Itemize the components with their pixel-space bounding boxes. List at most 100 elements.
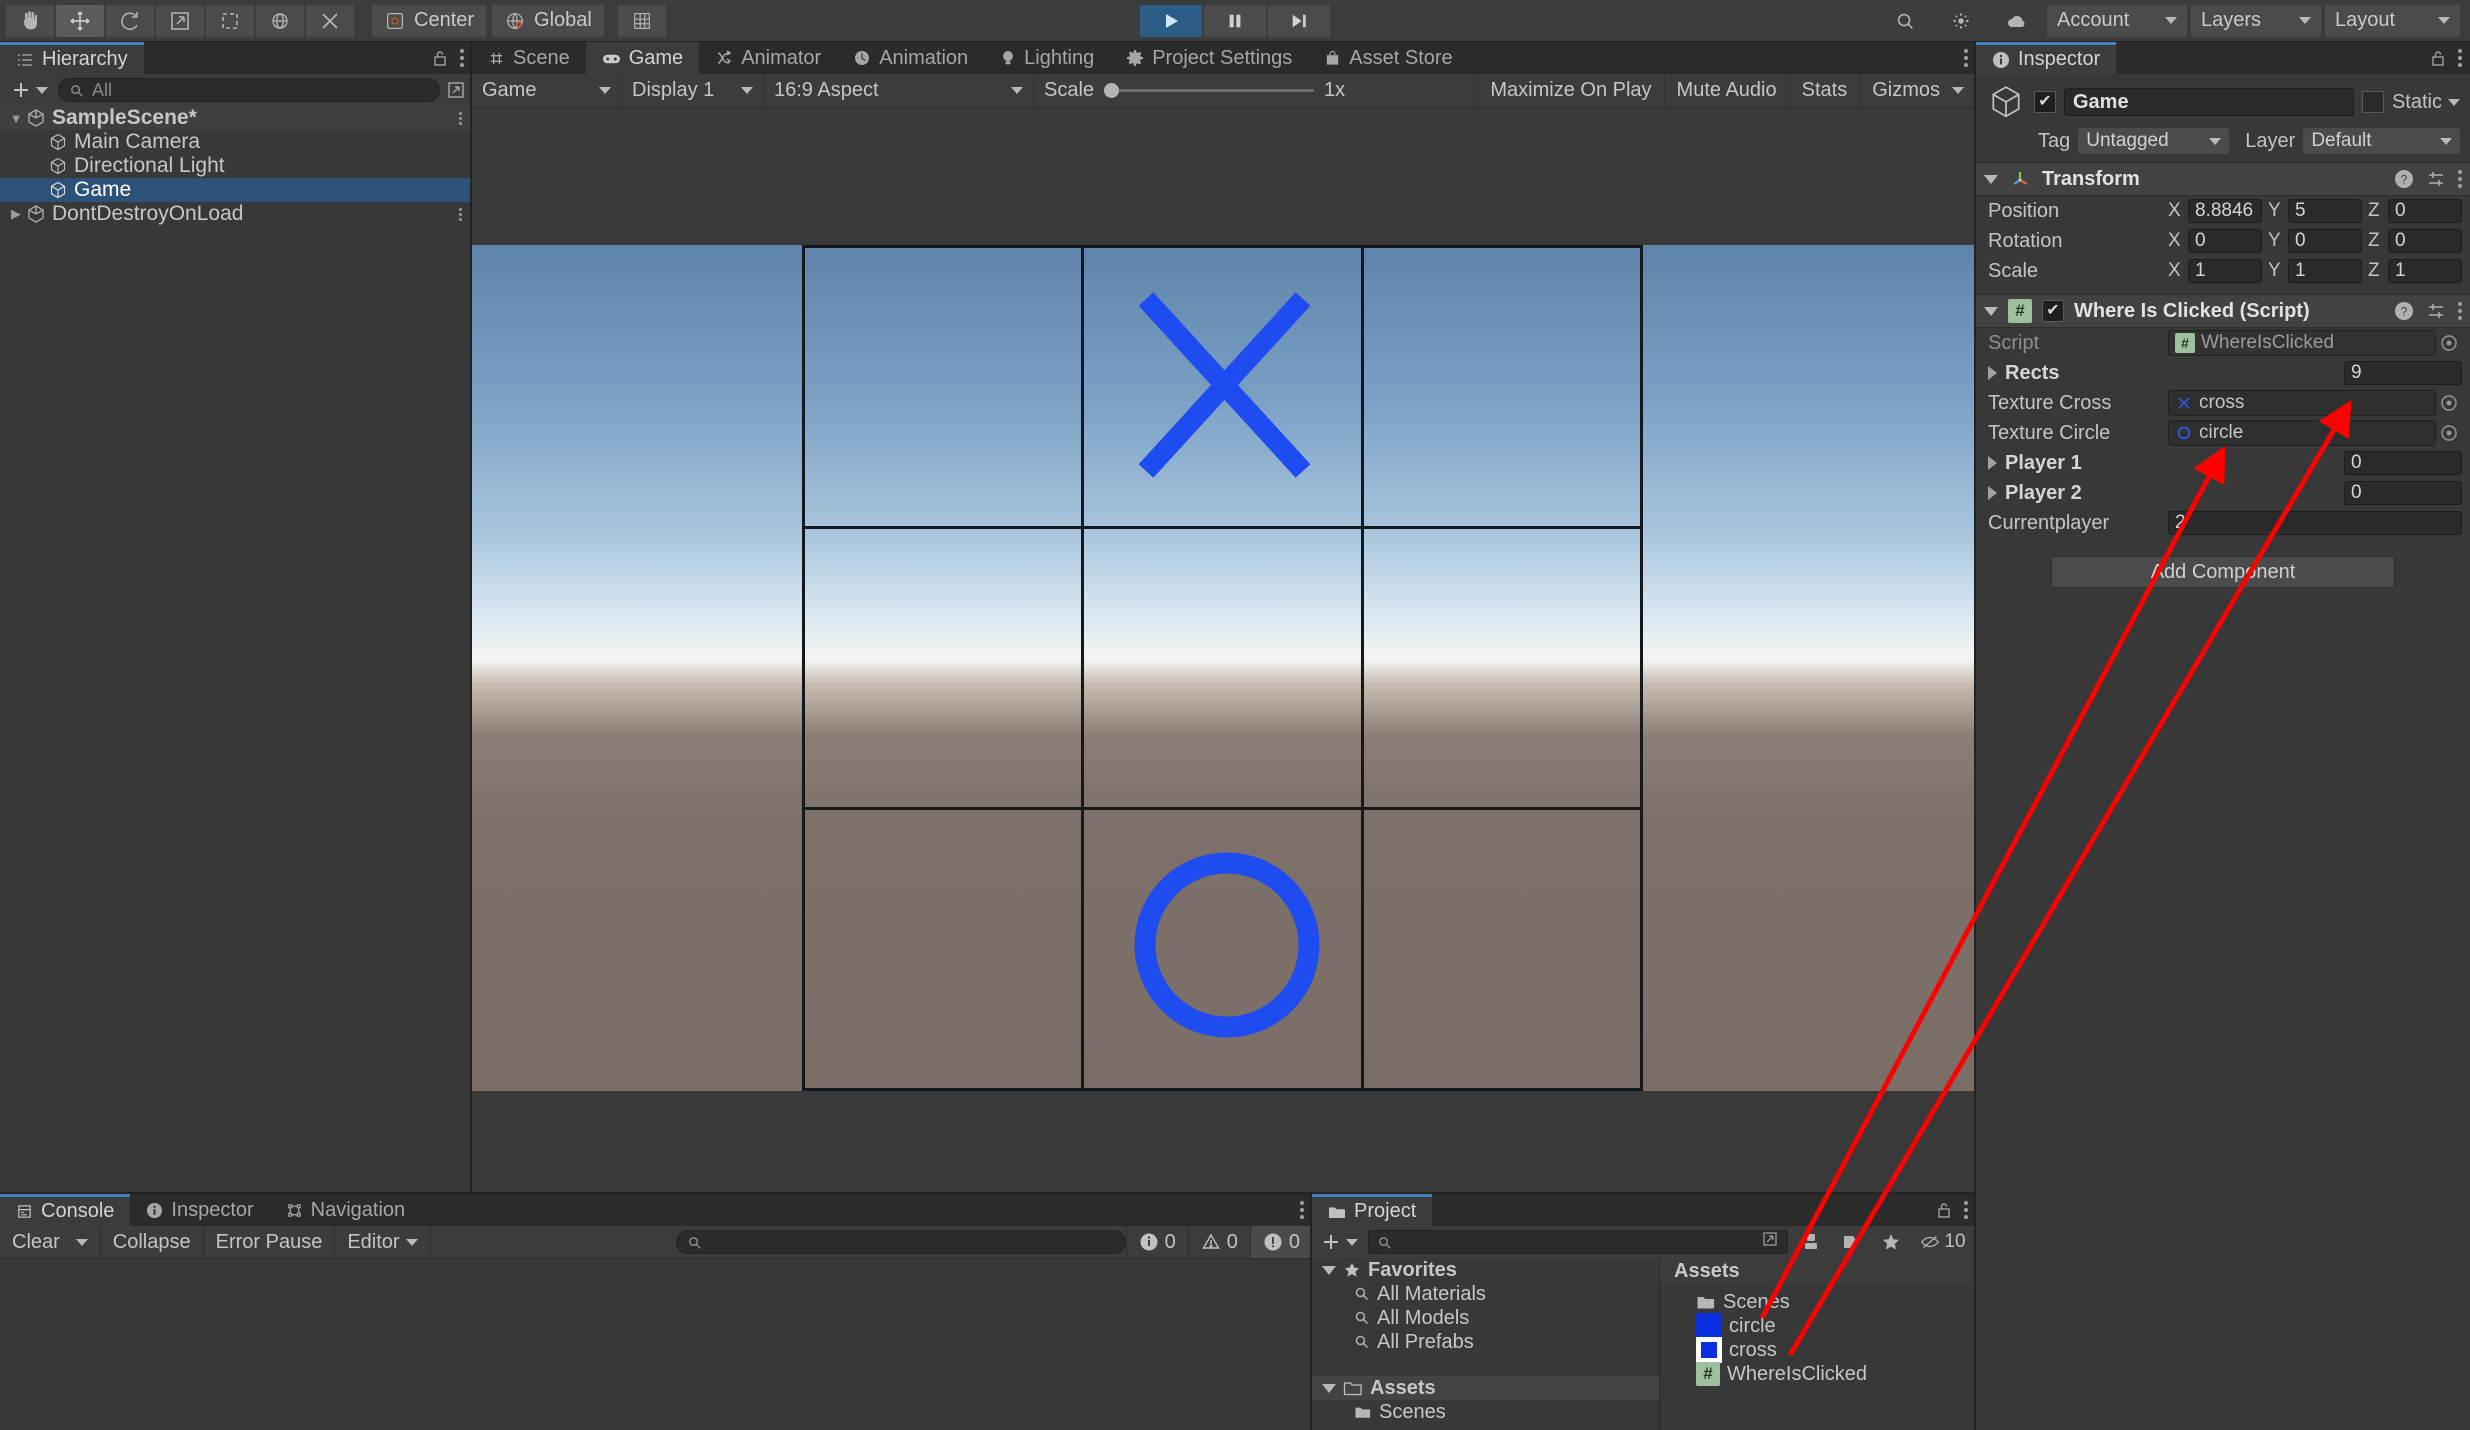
script-menu-icon[interactable] <box>2458 302 2462 320</box>
gizmos-dropdown[interactable]: Gizmos <box>1859 74 1976 108</box>
preset-icon[interactable] <box>2426 301 2446 321</box>
scale-x-input[interactable]: 1 <box>2188 259 2262 283</box>
console-warning-count[interactable]: 0 <box>1188 1226 1250 1258</box>
tab-hierarchy[interactable]: Hierarchy <box>0 42 144 74</box>
hierarchy-item-samplescene[interactable]: ▼ SampleScene* <box>0 106 472 130</box>
project-add-button[interactable] <box>1316 1231 1362 1253</box>
move-tool-icon[interactable] <box>56 5 104 37</box>
script-object-field[interactable]: # WhereIsClicked <box>2168 330 2436 356</box>
chevron-down-icon[interactable] <box>1322 1266 1336 1275</box>
transform-component-header[interactable]: Transform ? <box>1976 162 2470 196</box>
texture-cross-object-field[interactable]: cross <box>2168 390 2436 416</box>
maximize-on-play-button[interactable]: Maximize On Play <box>1477 74 1663 108</box>
static-dropdown[interactable]: Static <box>2392 91 2460 114</box>
stats-button[interactable]: Stats <box>1789 74 1860 108</box>
currentplayer-input[interactable]: 2 <box>2168 511 2462 535</box>
preset-icon[interactable] <box>2426 169 2446 189</box>
tab-lighting[interactable]: Lighting <box>984 42 1110 74</box>
tab-inspector[interactable]: Inspector <box>1976 42 2116 74</box>
hidden-assets-count[interactable]: 10 <box>1914 1228 1972 1256</box>
splitter-hierarchy-game[interactable] <box>470 42 472 1194</box>
position-z-input[interactable]: 0 <box>2388 199 2462 223</box>
console-clear-button[interactable]: Clear <box>0 1226 101 1258</box>
hierarchy-menu-icon[interactable] <box>460 49 464 67</box>
texture-cross-picker-icon[interactable] <box>2436 390 2462 416</box>
texture-circle-picker-icon[interactable] <box>2436 420 2462 446</box>
filter-by-label-icon[interactable] <box>1834 1228 1868 1256</box>
player2-input[interactable]: 0 <box>2344 481 2462 505</box>
tab-project[interactable]: Project <box>1312 1194 1432 1226</box>
project-assets-group[interactable]: Assets <box>1312 1376 1659 1400</box>
scale-slider-knob[interactable] <box>1104 83 1119 98</box>
hierarchy-search-input[interactable]: All <box>58 78 440 102</box>
lock-icon[interactable] <box>432 49 448 67</box>
hierarchy-item-dontdestroyonload[interactable]: ▶ DontDestroyOnLoad <box>0 202 472 226</box>
static-checkbox[interactable] <box>2362 91 2384 113</box>
rotation-x-input[interactable]: 0 <box>2188 229 2262 253</box>
hand-tool-icon[interactable] <box>6 5 54 37</box>
script-enabled-checkbox[interactable]: ✔ <box>2042 300 2064 322</box>
console-log-count[interactable]: 0 <box>1126 1226 1188 1258</box>
help-icon[interactable]: ? <box>2394 301 2414 321</box>
script-picker-icon[interactable] <box>2436 330 2462 356</box>
chevron-right-icon[interactable]: ▶ <box>6 206 26 222</box>
console-menu-icon[interactable] <box>1300 1201 1304 1219</box>
lock-icon[interactable] <box>1936 1201 1952 1219</box>
project-favorites-group[interactable]: Favorites <box>1312 1258 1659 1282</box>
collab-icon[interactable] <box>1935 5 1987 37</box>
rect-tool-icon[interactable] <box>206 5 254 37</box>
console-error-count[interactable]: 0 <box>1250 1226 1312 1258</box>
splitter-console-project[interactable] <box>1310 1194 1312 1430</box>
tab-console[interactable]: Console <box>0 1194 130 1226</box>
project-favorite-all-materials[interactable]: All Materials <box>1312 1282 1659 1306</box>
tab-animator[interactable]: Animator <box>699 42 837 74</box>
project-search-input[interactable] <box>1368 1230 1788 1254</box>
layers-dropdown[interactable]: Layers <box>2191 5 2321 37</box>
project-assets-scenes[interactable]: Scenes <box>1312 1400 1659 1424</box>
account-dropdown[interactable]: Account <box>2047 5 2187 37</box>
gameobject-name-input[interactable]: Game <box>2064 88 2354 116</box>
console-log-list[interactable] <box>0 1258 1312 1430</box>
console-search-input[interactable] <box>676 1230 1126 1254</box>
tab-game[interactable]: Game <box>586 42 699 74</box>
asset-row-whereisclicked[interactable]: # WhereIsClicked <box>1660 1362 1976 1386</box>
scale-y-input[interactable]: 1 <box>2288 259 2362 283</box>
chevron-down-icon[interactable] <box>76 1239 88 1246</box>
pause-button[interactable] <box>1204 5 1266 37</box>
splitter-game-inspector[interactable] <box>1974 42 1976 1430</box>
project-favorite-all-models[interactable]: All Models <box>1312 1306 1659 1330</box>
console-editor-dropdown[interactable]: Editor <box>335 1226 430 1258</box>
hierarchy-item-directional-light[interactable]: Directional Light <box>0 154 472 178</box>
gameview-scale-slider[interactable]: Scale 1x <box>1034 74 1355 108</box>
favorites-star-icon[interactable] <box>1874 1228 1908 1256</box>
hierarchy-add-button[interactable] <box>6 79 52 101</box>
asset-row-scenes[interactable]: Scenes <box>1660 1290 1976 1314</box>
position-y-input[interactable]: 5 <box>2288 199 2362 223</box>
inspector-menu-icon[interactable] <box>2458 49 2462 67</box>
asset-row-cross[interactable]: cross <box>1660 1338 1976 1362</box>
hierarchy-item-game[interactable]: Game <box>0 178 472 202</box>
search-icon[interactable] <box>1879 5 1931 37</box>
tab-asset-store[interactable]: Asset Store <box>1308 42 1468 74</box>
gameview-display-dropdown[interactable]: Display 1 <box>622 74 764 108</box>
custom-tool-icon[interactable] <box>306 5 354 37</box>
chevron-right-icon[interactable] <box>1988 366 1997 380</box>
layer-dropdown[interactable]: Default <box>2303 128 2460 154</box>
project-menu-icon[interactable] <box>1964 1201 1968 1219</box>
chevron-down-icon[interactable] <box>1984 307 1998 316</box>
gameview-target-dropdown[interactable]: Game <box>472 74 622 108</box>
hierarchy-item-main-camera[interactable]: Main Camera <box>0 130 472 154</box>
chevron-down-icon[interactable]: ▼ <box>6 111 26 126</box>
console-error-pause-button[interactable]: Error Pause <box>204 1226 336 1258</box>
lock-icon[interactable] <box>2430 49 2446 67</box>
scale-z-input[interactable]: 1 <box>2388 259 2462 283</box>
chevron-down-icon[interactable] <box>1984 175 1998 184</box>
splitter-horizontal-bottom[interactable] <box>0 1192 1976 1194</box>
rects-input[interactable]: 9 <box>2344 361 2462 385</box>
console-collapse-button[interactable]: Collapse <box>101 1226 204 1258</box>
tab-navigation[interactable]: Navigation <box>270 1194 422 1226</box>
hierarchy-expand-icon[interactable] <box>446 80 466 100</box>
mute-audio-button[interactable]: Mute Audio <box>1664 74 1789 108</box>
hierarchy-item-menu-icon[interactable] <box>459 112 462 125</box>
transform-tool-icon[interactable] <box>256 5 304 37</box>
